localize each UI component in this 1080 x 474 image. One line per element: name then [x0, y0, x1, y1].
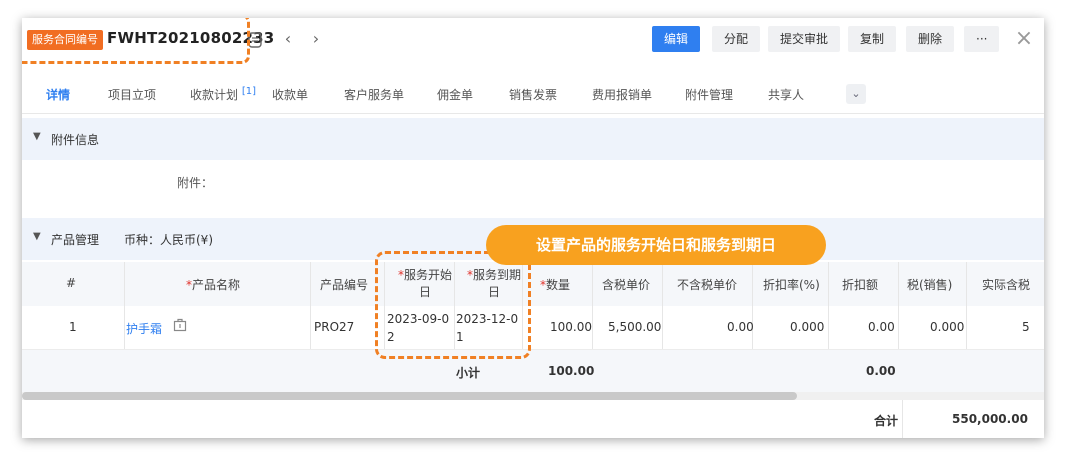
tab-details[interactable]: 详情	[46, 86, 70, 103]
service-start-date-part2: 2	[387, 330, 395, 344]
tax-inclusive-price-value: 5,500.00	[608, 320, 662, 334]
product-name-link[interactable]: 护手霜	[126, 320, 162, 337]
attachment-section-title: 附件信息	[51, 133, 100, 147]
col-product-name: *产品名称	[186, 278, 241, 292]
product-code: PRO27	[314, 320, 355, 334]
chevron-down-icon[interactable]: ⌄	[846, 84, 866, 104]
collapse-chevron-icon: ▼	[33, 131, 41, 142]
tab-shared-users[interactable]: 共享人	[768, 86, 804, 103]
subtotal-quantity: 100.00	[548, 364, 595, 378]
col-service-end: *服务到期日	[466, 268, 521, 299]
tab-payment-plan-badge: [1]	[241, 86, 257, 97]
subtotal-row: 小计 100.00 0.00	[22, 350, 1044, 392]
table-horizontal-scrollbar[interactable]	[22, 392, 1044, 400]
assign-button[interactable]: 分配	[712, 26, 761, 52]
next-record-button[interactable]: ›	[306, 30, 326, 50]
tab-expense[interactable]: 费用报销单	[592, 86, 652, 103]
attachment-section-header[interactable]: ▼ 附件信息	[22, 118, 1044, 160]
col-service-start-label-2: 日	[418, 285, 431, 299]
delete-button[interactable]: 删除	[906, 26, 955, 52]
discount-rate-value: 0.000	[790, 320, 825, 334]
tab-payment-plan[interactable]: 收款计划 [1]	[190, 86, 256, 103]
product-detail-icon[interactable]	[173, 318, 187, 335]
tab-customer-service[interactable]: 客户服务单	[344, 86, 404, 103]
tab-receipts[interactable]: 收款单	[272, 86, 308, 103]
attachment-field-label: 附件：	[177, 176, 214, 190]
submit-approval-button[interactable]: 提交审批	[768, 26, 841, 52]
col-quantity: *数量	[540, 278, 571, 292]
product-table-header: # *产品名称 产品编号 *服务开始日 *服务到期日 *数量 含税单价 不含税单…	[22, 262, 1044, 306]
document-icon[interactable]	[248, 32, 262, 48]
col-actual-tax-inclusive: 实际含税	[982, 278, 1031, 292]
close-icon[interactable]: ×	[1012, 26, 1036, 52]
col-discount-rate: 折扣率(%)	[763, 278, 820, 292]
sales-tax-value: 0.000	[930, 320, 965, 334]
contract-detail-panel: 服务合同编号 FWHT20210802233 ‹ › 编辑 分配 提交审批 复制…	[22, 18, 1044, 438]
tax-exclusive-price-value: 0.00	[727, 320, 754, 334]
col-service-start: *服务开始日	[397, 268, 452, 299]
col-service-end-label: 服务到期	[472, 268, 521, 282]
col-discount-amount: 折扣额	[842, 278, 879, 292]
previous-record-button[interactable]: ‹	[278, 30, 298, 50]
tutorial-callout: 设置产品的服务开始日和服务到期日	[486, 225, 826, 265]
tab-project[interactable]: 项目立项	[108, 86, 156, 103]
copy-button[interactable]: 复制	[848, 26, 897, 52]
col-index: #	[66, 276, 77, 290]
detail-header: 服务合同编号 FWHT20210802233 ‹ › 编辑 分配 提交审批 复制…	[22, 18, 1044, 64]
edit-button[interactable]: 编辑	[652, 26, 701, 52]
discount-amount-value: 0.00	[868, 320, 895, 334]
subtotal-label: 小计	[456, 366, 481, 380]
service-end-date-part1: 2023-12-0	[456, 312, 519, 326]
more-actions-button[interactable]: ···	[964, 26, 1000, 52]
subtotal-discount: 0.00	[866, 364, 896, 378]
service-start-date-part1: 2023-09-0	[387, 312, 450, 326]
col-service-end-label-2: 日	[487, 285, 500, 299]
col-tax-exclusive-price: 不含税单价	[677, 278, 738, 292]
col-sales-tax: 税(销售)	[907, 278, 953, 292]
contract-type-badge: 服务合同编号	[27, 30, 103, 50]
col-tax-inclusive-price: 含税单价	[602, 278, 651, 292]
collapse-chevron-icon: ▼	[33, 231, 41, 242]
col-quantity-label: 数量	[546, 278, 571, 292]
detail-tabs: 详情 项目立项 收款计划 [1] 收款单 客户服务单 佣金单 销售发票 费用报销…	[22, 72, 1044, 114]
tab-commission[interactable]: 佣金单	[437, 86, 473, 103]
tab-sales-invoice[interactable]: 销售发票	[509, 86, 557, 103]
tab-payment-plan-label: 收款计划	[190, 88, 239, 102]
scrollbar-thumb[interactable]	[22, 392, 797, 400]
table-row[interactable]: 1 护手霜 PRO27 2023-09-0 2 2023-12-0 1 100.00…	[22, 306, 1044, 350]
service-end-date[interactable]: 2023-12-0 1	[456, 310, 518, 346]
row-index: 1	[69, 320, 77, 334]
quantity-value: 100.00	[550, 320, 592, 334]
service-start-date[interactable]: 2023-09-0 2	[387, 310, 449, 346]
col-product-name-label: 产品名称	[192, 278, 241, 292]
actual-tax-inclusive-value: 5	[1022, 320, 1030, 334]
total-label: 合计	[874, 414, 899, 428]
product-section-title: 产品管理	[51, 233, 100, 247]
service-end-date-part2: 1	[456, 330, 464, 344]
currency-label: 币种：人民币(¥)	[124, 233, 213, 247]
tab-attachments[interactable]: 附件管理	[685, 86, 733, 103]
col-service-start-label: 服务开始	[403, 268, 452, 282]
total-value: 550,000.00	[952, 412, 1028, 426]
col-product-code: 产品编号	[320, 278, 369, 292]
